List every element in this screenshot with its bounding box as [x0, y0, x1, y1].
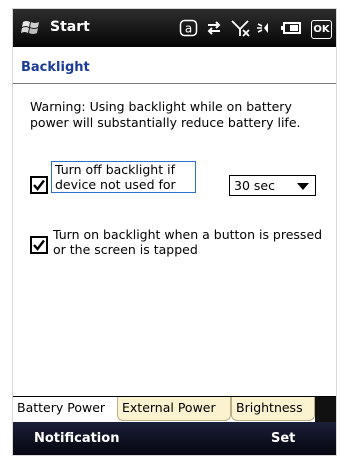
ok-button[interactable]: OK	[311, 20, 332, 39]
start-menu-button[interactable]: Start	[50, 19, 90, 35]
turn-off-backlight-label[interactable]: Turn off backlight if device not used fo…	[51, 161, 196, 193]
warning-text: Warning: Using backlight while on batter…	[30, 99, 301, 130]
tab-bar-filler	[315, 397, 336, 422]
turn-on-backlight-checkbox[interactable]	[30, 236, 48, 254]
volume-icon[interactable]	[256, 18, 276, 38]
turn-off-backlight-checkbox[interactable]	[30, 176, 48, 194]
tab-brightness[interactable]: Brightness	[231, 397, 315, 421]
timeout-value: 30 sec	[234, 178, 275, 193]
status-bar: Start a OK	[13, 9, 336, 47]
checkmark-icon	[33, 179, 45, 191]
page-title: Backlight	[21, 60, 90, 75]
title-divider	[13, 83, 336, 84]
turn-on-backlight-label[interactable]: Turn on backlight when a button is press…	[53, 227, 323, 257]
timeout-dropdown[interactable]: 30 sec	[229, 175, 316, 196]
softkey-bar: Notification Set	[13, 422, 336, 455]
sync-arrows-icon[interactable]	[204, 18, 224, 38]
notification-softkey[interactable]: Notification	[34, 431, 119, 446]
svg-text:a: a	[185, 22, 192, 36]
at-sign-icon[interactable]: a	[179, 18, 199, 38]
tab-battery-power[interactable]: Battery Power	[13, 397, 117, 421]
battery-icon[interactable]	[281, 18, 301, 38]
set-softkey[interactable]: Set	[271, 431, 295, 446]
windows-flag-icon[interactable]	[21, 19, 41, 37]
dropdown-arrow-icon	[297, 183, 309, 190]
tab-external-power[interactable]: External Power	[117, 397, 231, 421]
checkmark-icon	[33, 239, 45, 251]
device-screen: Start a OK Backlight Warning: Using back…	[13, 9, 336, 455]
no-signal-icon[interactable]	[230, 18, 250, 38]
